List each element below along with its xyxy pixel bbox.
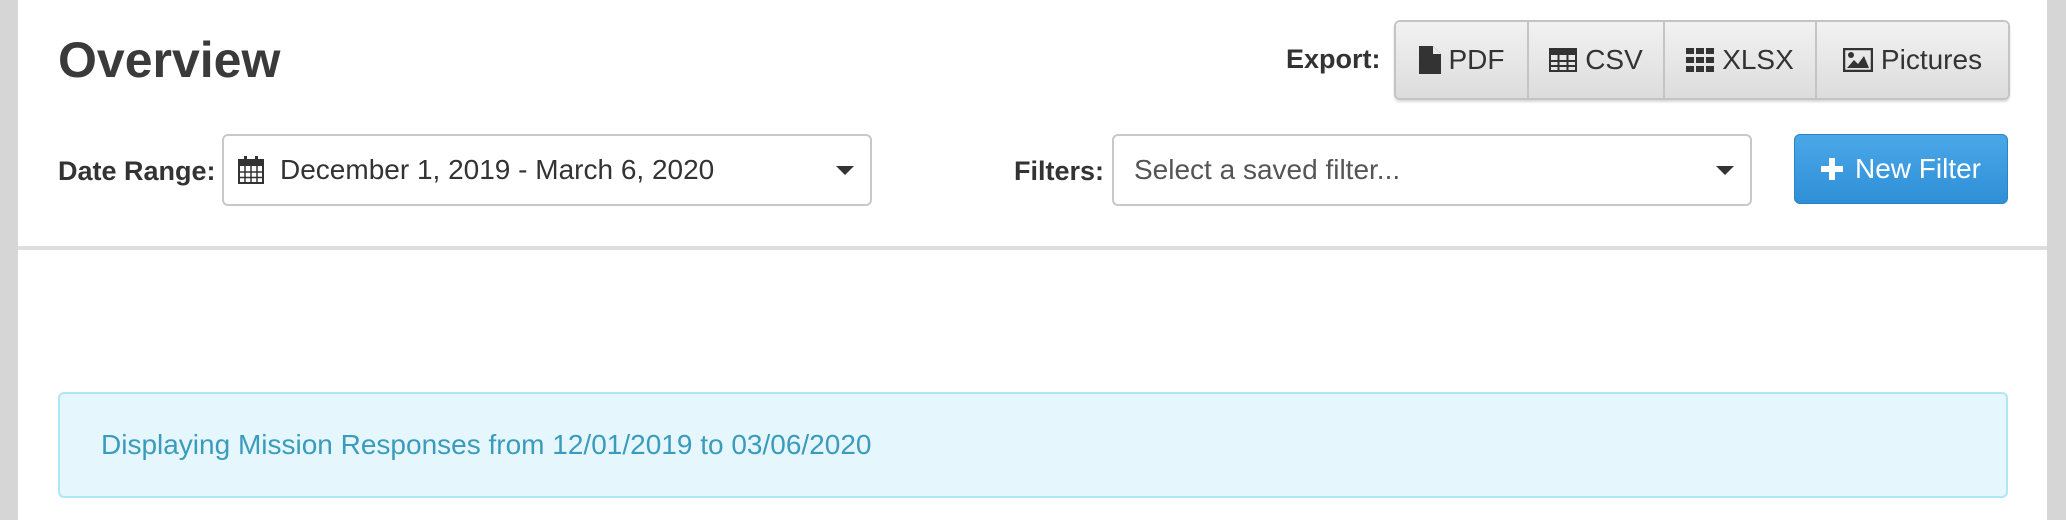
saved-filter-placeholder: Select a saved filter... [1134, 154, 1401, 185]
plus-icon [1820, 158, 1843, 180]
page-gutter-right [2047, 0, 2066, 520]
date-range-label: Date Range: [58, 156, 216, 186]
grid-icon [1686, 48, 1715, 72]
calendar-icon [238, 156, 264, 184]
new-filter-label: New Filter [1854, 153, 1981, 184]
info-message: Displaying Mission Responses from 12/01/… [101, 429, 872, 460]
image-icon [1842, 48, 1873, 72]
export-pdf-label: PDF [1448, 44, 1505, 75]
export-xlsx-button[interactable]: XLSX [1665, 22, 1817, 98]
date-range-value: December 1, 2019 - March 6, 2020 [280, 154, 715, 185]
page-title: Overview [58, 32, 281, 88]
info-alert: Displaying Mission Responses from 12/01/… [58, 392, 2008, 498]
section-divider [18, 246, 2047, 250]
export-pictures-label: Pictures [1880, 44, 1983, 75]
table-icon [1549, 48, 1578, 72]
export-pdf-button[interactable]: PDF [1396, 22, 1529, 98]
export-pictures-button[interactable]: Pictures [1817, 22, 2008, 98]
file-icon [1418, 46, 1441, 74]
export-button-group: PDF CSV XLSX Pictures [1394, 20, 2010, 100]
page-gutter-left [0, 0, 18, 520]
overview-panel: Overview Export: PDF CSV XLSX Pictures D… [18, 0, 2047, 520]
filters-label: Filters: [1014, 156, 1105, 186]
new-filter-button[interactable]: New Filter [1794, 134, 2008, 204]
export-label: Export: [1286, 44, 1381, 74]
date-range-picker[interactable]: December 1, 2019 - March 6, 2020 [222, 134, 872, 206]
export-csv-label: CSV [1585, 44, 1643, 75]
export-xlsx-label: XLSX [1722, 44, 1794, 75]
chevron-down-icon [1716, 166, 1734, 175]
export-csv-button[interactable]: CSV [1529, 22, 1665, 98]
chevron-down-icon [836, 166, 854, 175]
saved-filter-select[interactable]: Select a saved filter... [1112, 134, 1752, 206]
